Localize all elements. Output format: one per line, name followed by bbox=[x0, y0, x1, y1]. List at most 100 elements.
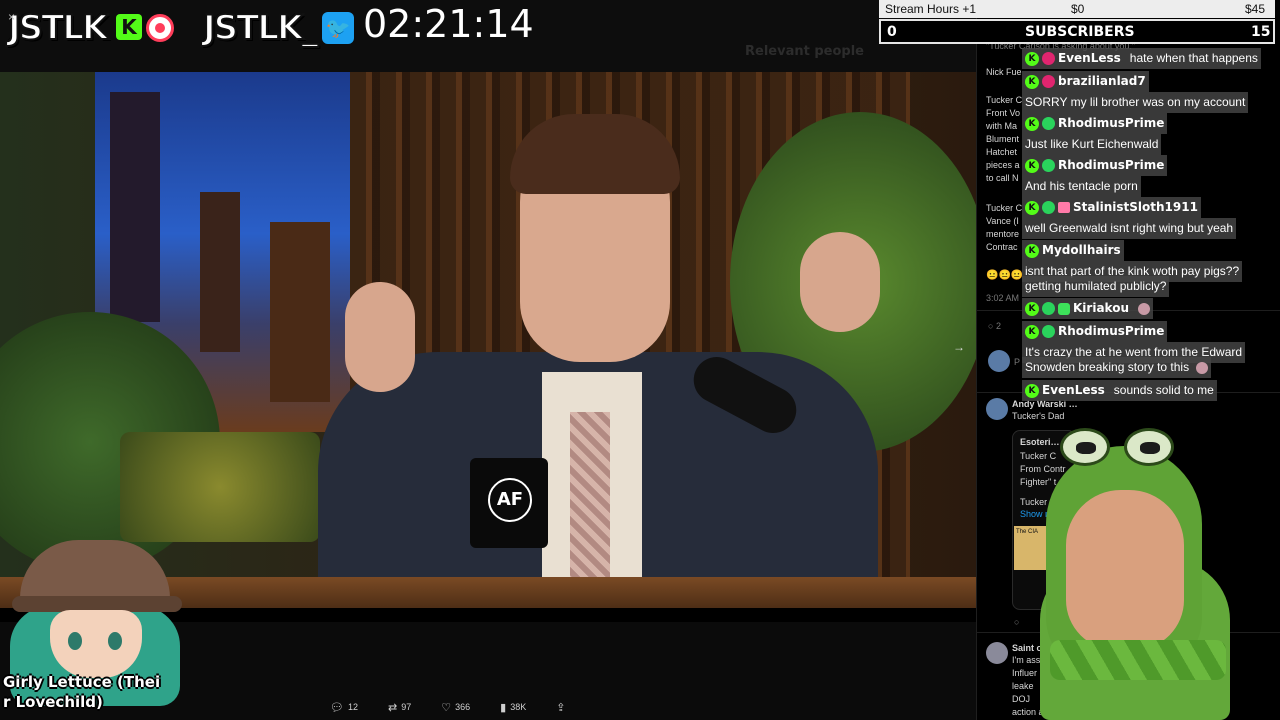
kermit-face bbox=[1066, 490, 1184, 650]
kermit-collar bbox=[1050, 640, 1226, 680]
tweet-action-bar: 💬︎ 12 ⇄ 97 ♡ 366 ▮ 38K ⇪ bbox=[330, 698, 595, 716]
share-button[interactable]: ⇪ bbox=[556, 698, 565, 716]
retweet-count: 97 bbox=[401, 702, 412, 712]
kermit-pupil bbox=[1140, 442, 1160, 454]
snippet-line: Vance (I bbox=[986, 216, 1019, 226]
chat-text-line: getting humilated publicly? bbox=[1022, 276, 1170, 297]
streamer-avatar-name: Girly Lettuce (Thei r Lovechild) bbox=[3, 672, 193, 712]
kick-badge-icon: K bbox=[1025, 243, 1039, 258]
stream-hours-label: Stream Hours +1 bbox=[885, 2, 977, 16]
amount-goal: $45 bbox=[1245, 2, 1266, 16]
avatar[interactable] bbox=[986, 398, 1008, 420]
snippet-line: with Ma bbox=[986, 121, 1018, 131]
goal-widget: Stream Hours +1 $0 $45 0 SUBSCRIBERS 15 bbox=[879, 0, 1275, 44]
chat-text: Snowden breaking story to this bbox=[1025, 360, 1190, 374]
subscribers-bar: 0 SUBSCRIBERS 15 bbox=[879, 19, 1275, 44]
reply-button[interactable]: 💬︎ 12 bbox=[330, 698, 358, 716]
chat-message: K brazilianlad7 bbox=[1022, 71, 1149, 92]
views-button[interactable]: ▮ 38K bbox=[500, 698, 526, 716]
close-icon[interactable]: × bbox=[8, 10, 15, 24]
chat-username: StalinistSloth1911 bbox=[1073, 200, 1198, 214]
emoji-row: 😐😐😐 bbox=[986, 270, 1024, 281]
garden-lights bbox=[120, 432, 320, 542]
sub-badge-icon bbox=[1042, 201, 1055, 214]
card-reply-icon[interactable]: ○ bbox=[1014, 616, 1019, 629]
chat-message: K RhodimusPrime bbox=[1022, 155, 1168, 176]
snippet-two: Tucker C Vance (I mentore Contrac bbox=[986, 202, 1022, 254]
kick-badge-icon: K bbox=[1025, 51, 1039, 66]
chat-message: K RhodimusPrime bbox=[1022, 321, 1168, 342]
kick-badge-icon: K bbox=[1025, 74, 1039, 89]
like-button[interactable]: ♡ 366 bbox=[441, 698, 470, 716]
chat-message: K StalinistSloth1911 bbox=[1022, 197, 1201, 218]
chat-username: RhodimusPrime bbox=[1058, 116, 1165, 130]
mug-logo: AF bbox=[488, 478, 532, 522]
chat-message: K RhodimusPrime bbox=[1022, 113, 1168, 134]
snippet-line: to call N bbox=[986, 173, 1019, 183]
emote-icon bbox=[1196, 361, 1209, 374]
avatar[interactable] bbox=[986, 642, 1008, 664]
avatar-name-line1: Girly Lettuce (Thei bbox=[3, 673, 161, 691]
kick-icon: K bbox=[116, 14, 142, 40]
chat-username: brazilianlad7 bbox=[1058, 74, 1146, 88]
like-count: 366 bbox=[455, 702, 471, 712]
emote-icon bbox=[1138, 302, 1150, 315]
sub-badge-icon bbox=[1042, 75, 1055, 88]
chat-text-line: SORRY my lil brother was on my account bbox=[1022, 92, 1249, 113]
snippet-line: Tucker C bbox=[986, 95, 1023, 105]
chat-username: Kiriakou bbox=[1073, 301, 1129, 315]
andy-subtitle: Tucker's Dad bbox=[1012, 411, 1065, 421]
arrow-right-icon[interactable]: → bbox=[953, 340, 965, 354]
avatar-face bbox=[50, 610, 142, 678]
snippet-line: Contrac bbox=[986, 242, 1018, 252]
building bbox=[200, 192, 240, 352]
chat-message: K Kiriakou bbox=[1022, 298, 1153, 319]
tie bbox=[570, 412, 610, 592]
chat-username: EvenLess bbox=[1058, 51, 1121, 65]
snippet-line: Front Vo bbox=[986, 108, 1021, 118]
snippet-one: Tucker C Front Vo with Ma Blument Hatche… bbox=[986, 94, 1022, 185]
kick-badge-icon: K bbox=[1025, 158, 1039, 173]
kick-badge-icon: K bbox=[1025, 324, 1039, 339]
snippet-line: Hatchet bbox=[986, 147, 1018, 157]
kick-badge-icon: K bbox=[1025, 116, 1039, 131]
relevant-people-heading: Relevant people bbox=[745, 44, 864, 59]
retweet-button[interactable]: ⇄ 97 bbox=[388, 698, 411, 716]
speech-bubble-icon: 💬︎ bbox=[330, 701, 344, 714]
avatar[interactable] bbox=[988, 350, 1010, 372]
chat-message: K EvenLess hate when that happens bbox=[1022, 48, 1261, 69]
chat-message: K EvenLess sounds solid to me bbox=[1022, 380, 1217, 401]
sidebar-reply-count: 2 bbox=[995, 321, 1001, 331]
kermit-pupil bbox=[1076, 442, 1096, 454]
avatar-name-line2: r Lovechild) bbox=[3, 693, 103, 711]
hand-left bbox=[345, 282, 415, 392]
twitter-bird-icon: 🐦 bbox=[322, 12, 354, 44]
kick-badge-icon: K bbox=[1025, 200, 1039, 215]
snippet-line: pieces a bbox=[986, 160, 1020, 170]
sub-badge-icon bbox=[1042, 159, 1055, 172]
share-icon: ⇪ bbox=[556, 701, 566, 714]
view-count: 38K bbox=[510, 702, 527, 712]
stream-hours-bar: Stream Hours +1 $0 $45 bbox=[879, 0, 1275, 18]
sub-badge-icon bbox=[1042, 325, 1055, 338]
subs-start: 0 bbox=[887, 24, 897, 40]
esoteri-name: Esoteri… bbox=[1020, 437, 1060, 447]
chat-text-line: well Greenwald isnt right wing but yeah bbox=[1022, 218, 1237, 239]
chat-username: RhodimusPrime bbox=[1058, 158, 1165, 172]
retweet-icon: ⇄ bbox=[387, 701, 398, 714]
avatar-eye bbox=[68, 632, 82, 650]
chat-username: EvenLess bbox=[1042, 383, 1105, 397]
sub-badge-icon bbox=[1042, 52, 1055, 65]
sidebar-reply-button[interactable]: ○ 2 bbox=[988, 320, 1001, 333]
chat-message: Snowden breaking story to this bbox=[1022, 357, 1212, 378]
record-icon bbox=[146, 14, 174, 42]
snippet-line: Tucker C bbox=[1020, 451, 1057, 461]
amount-start: $0 bbox=[1071, 2, 1085, 16]
chat-username: Mydollhairs bbox=[1042, 243, 1121, 257]
jstlk-logo-twitter: JSTLK_ bbox=[202, 7, 319, 49]
building bbox=[270, 222, 330, 402]
kick-badge-icon: K bbox=[1025, 301, 1039, 316]
avatar-eye bbox=[108, 632, 122, 650]
snippet-line: mentore bbox=[986, 229, 1020, 239]
chat-message: K Mydollhairs bbox=[1022, 240, 1124, 261]
